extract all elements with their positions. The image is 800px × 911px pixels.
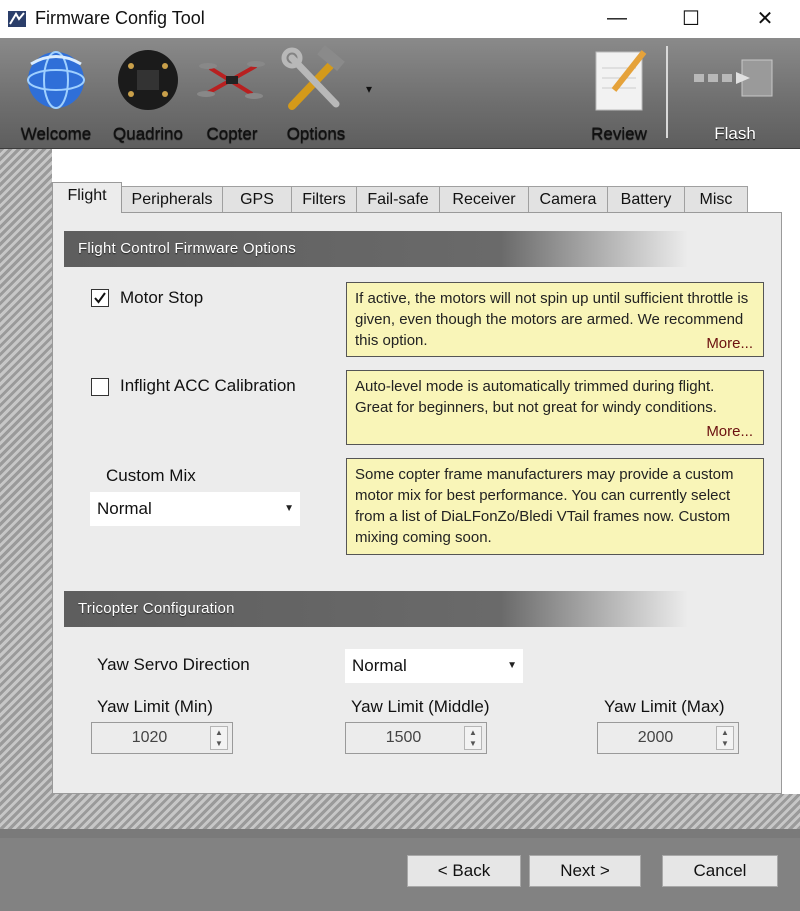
motor-stop-more-link[interactable]: More... bbox=[706, 333, 753, 354]
yaw-limit-middle-value: 1500 bbox=[385, 729, 422, 746]
custom-mix-select[interactable]: Normal ▼ bbox=[90, 492, 300, 526]
tab-camera[interactable]: Camera bbox=[528, 186, 608, 212]
yaw-servo-direction-label: Yaw Servo Direction bbox=[97, 655, 250, 674]
tools-icon bbox=[281, 45, 345, 110]
tricopter-config-header: Tricopter Configuration bbox=[64, 591, 688, 627]
acc-calibration-more-link[interactable]: More... bbox=[706, 421, 753, 442]
toolbar: Welcome Quadrino Copter Options ▾ Review… bbox=[0, 38, 800, 149]
toolbar-separator bbox=[666, 46, 668, 138]
checkmark-icon bbox=[94, 292, 106, 304]
title-bar: Firmware Config Tool — ☐ ✕ bbox=[0, 0, 800, 38]
acc-calibration-note-text: Auto-level mode is automatically trimmed… bbox=[355, 378, 717, 416]
motor-stop-label: Motor Stop bbox=[120, 288, 204, 307]
stepper-down-icon[interactable]: ▼ bbox=[465, 738, 481, 749]
back-button[interactable]: < Back bbox=[407, 855, 521, 887]
motor-stop-note-text: If active, the motors will not spin up u… bbox=[355, 290, 749, 349]
tab-misc[interactable]: Misc bbox=[684, 186, 748, 212]
tab-filters[interactable]: Filters bbox=[291, 186, 357, 212]
cancel-button[interactable]: Cancel bbox=[662, 855, 778, 887]
motor-stop-note: If active, the motors will not spin up u… bbox=[346, 282, 764, 357]
yaw-limit-middle-stepper[interactable]: 1500 ▲ ▼ bbox=[345, 722, 487, 754]
stepper-down-icon[interactable]: ▼ bbox=[717, 738, 733, 749]
custom-mix-label: Custom Mix bbox=[106, 466, 196, 485]
dropdown-arrow-icon: ▼ bbox=[284, 503, 294, 514]
custom-mix-note: Some copter frame manufacturers may prov… bbox=[346, 458, 764, 555]
chip-flash-icon bbox=[694, 59, 773, 97]
dropdown-arrow-icon: ▼ bbox=[507, 660, 517, 671]
yaw-servo-direction-select[interactable]: Normal ▼ bbox=[345, 649, 523, 683]
tab-flight[interactable]: Flight bbox=[52, 182, 122, 213]
motor-stop-checkbox[interactable] bbox=[91, 289, 109, 307]
tab-fail-safe[interactable]: Fail-safe bbox=[356, 186, 440, 212]
circuit-board-icon bbox=[118, 50, 178, 110]
yaw-limit-max-label: Yaw Limit (Max) bbox=[604, 697, 725, 716]
tricopter-icon bbox=[197, 61, 265, 99]
maximize-button[interactable]: ☐ bbox=[660, 0, 722, 36]
stepper-buttons[interactable]: ▲ ▼ bbox=[716, 726, 734, 750]
acc-calibration-label: Inflight ACC Calibration bbox=[120, 376, 296, 395]
app-icon bbox=[8, 11, 26, 27]
tab-receiver[interactable]: Receiver bbox=[439, 186, 529, 212]
tab-peripherals[interactable]: Peripherals bbox=[121, 186, 223, 212]
stepper-up-icon[interactable]: ▲ bbox=[717, 727, 733, 738]
yaw-limit-max-value: 2000 bbox=[637, 729, 674, 746]
yaw-limit-min-label: Yaw Limit (Min) bbox=[97, 697, 213, 716]
custom-mix-value: Normal bbox=[97, 499, 152, 518]
notepad-icon bbox=[595, 50, 647, 111]
yaw-limit-max-stepper[interactable]: 2000 ▲ ▼ bbox=[597, 722, 739, 754]
yaw-limit-min-stepper[interactable]: 1020 ▲ ▼ bbox=[91, 722, 233, 754]
stepper-down-icon[interactable]: ▼ bbox=[211, 738, 227, 749]
stepper-up-icon[interactable]: ▲ bbox=[465, 727, 481, 738]
tab-gps[interactable]: GPS bbox=[222, 186, 292, 212]
stepper-up-icon[interactable]: ▲ bbox=[211, 727, 227, 738]
stepper-buttons[interactable]: ▲ ▼ bbox=[464, 726, 482, 750]
globe-icon bbox=[27, 51, 85, 109]
chevron-down-icon[interactable]: ▾ bbox=[362, 82, 376, 96]
acc-calibration-checkbox[interactable] bbox=[91, 378, 109, 396]
tab-battery[interactable]: Battery bbox=[607, 186, 685, 212]
window-title: Firmware Config Tool bbox=[35, 8, 205, 28]
flight-options-header: Flight Control Firmware Options bbox=[64, 231, 688, 267]
yaw-limit-min-value: 1020 bbox=[131, 729, 168, 746]
acc-calibration-note: Auto-level mode is automatically trimmed… bbox=[346, 370, 764, 445]
minimize-button[interactable]: — bbox=[586, 0, 648, 36]
yaw-limit-middle-label: Yaw Limit (Middle) bbox=[351, 697, 490, 716]
next-button[interactable]: Next > bbox=[529, 855, 641, 887]
custom-mix-note-text: Some copter frame manufacturers may prov… bbox=[355, 466, 734, 546]
stepper-buttons[interactable]: ▲ ▼ bbox=[210, 726, 228, 750]
yaw-servo-direction-value: Normal bbox=[352, 656, 407, 675]
close-button[interactable]: ✕ bbox=[734, 0, 796, 36]
